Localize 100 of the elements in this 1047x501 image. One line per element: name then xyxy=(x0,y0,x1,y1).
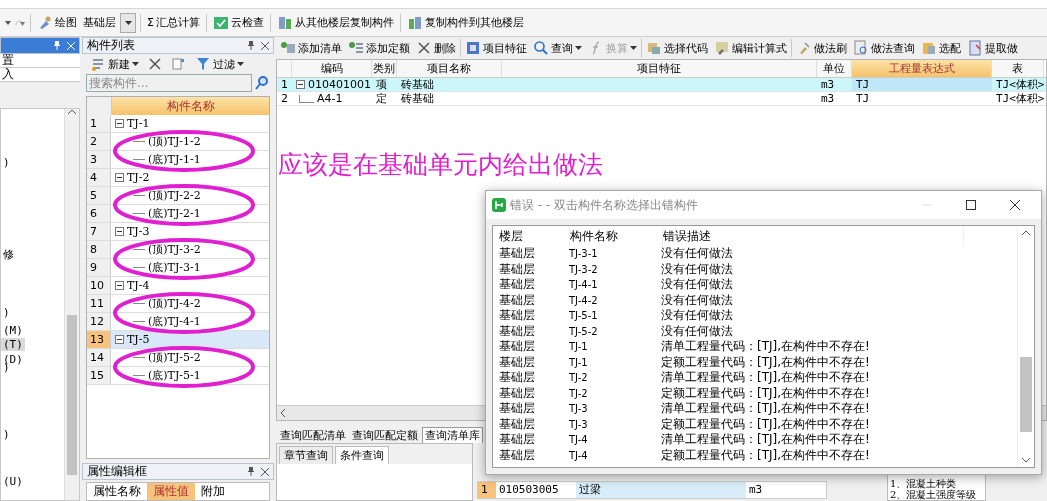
table-cell[interactable]: TJ-5-1 xyxy=(569,310,661,322)
feature-text: 2、混凝土强度等级 xyxy=(890,489,978,500)
collapse-icon[interactable] xyxy=(115,281,124,290)
floor-select[interactable]: 基础层 xyxy=(83,12,136,33)
table-cell[interactable]: TJ-1 xyxy=(569,341,661,353)
scroll-thumb[interactable] xyxy=(1020,356,1032,432)
table-cell[interactable]: TJ-3 xyxy=(569,403,661,415)
collapse-icon[interactable] xyxy=(115,227,124,236)
column-header[interactable]: 项目名称 xyxy=(397,60,502,77)
toolbar-button[interactable]: 添加清单 xyxy=(278,39,344,57)
table-cell[interactable]: TJ-3-2 xyxy=(569,263,661,275)
toolbar-button[interactable]: 做法刷 xyxy=(794,39,849,57)
tree-item[interactable]: (T) xyxy=(1,338,25,351)
column-header[interactable]: 属性值 xyxy=(147,483,195,500)
scrollbar[interactable] xyxy=(1017,226,1034,467)
collapse-icon[interactable] xyxy=(115,335,124,344)
toolbar-button[interactable]: 删除 xyxy=(414,39,458,57)
column-header[interactable]: 类别 xyxy=(372,60,397,77)
table-row[interactable]: 1 010503005 过梁 m3 xyxy=(477,481,827,499)
table-row[interactable]: 1 010401001 项 砖基础 m3 TJ TJ<体积> xyxy=(277,78,1046,92)
search-field[interactable]: 搜索构件... xyxy=(86,74,252,92)
table-cell[interactable]: TJ-3-1 xyxy=(569,248,661,260)
tree-item[interactable]: ) xyxy=(1,428,12,441)
table-cell[interactable]: TJ-2 xyxy=(569,372,661,384)
filter-button[interactable]: 过滤 xyxy=(193,55,246,73)
tree-item[interactable]: ) xyxy=(1,156,12,169)
clipboard-icon xyxy=(921,40,937,56)
table-cell[interactable]: TJ-4-2 xyxy=(569,294,661,306)
new-button[interactable]: 新建 xyxy=(88,55,141,73)
tab[interactable]: 条件查询 xyxy=(335,446,389,464)
tree-row[interactable]: 13 TJ-5 xyxy=(87,331,269,349)
column-header[interactable]: 属性名称 xyxy=(87,483,147,500)
table-cell-text: 没有任何做法 xyxy=(661,260,734,278)
panel-item[interactable]: 置 xyxy=(0,54,80,68)
column-header[interactable]: 构件名称 xyxy=(570,226,663,246)
column-header[interactable]: 构件名称 xyxy=(112,97,269,115)
pin-icon[interactable] xyxy=(247,467,255,476)
scroll-up-icon[interactable] xyxy=(1022,230,1030,236)
toolbar-button[interactable]: 查询 xyxy=(531,39,584,57)
tab[interactable]: 章节查询 xyxy=(279,446,333,464)
table-cell[interactable]: TJ-2 xyxy=(569,387,661,399)
toolbar-button[interactable]: 云检查 xyxy=(210,13,266,32)
tree-item[interactable]: (D) xyxy=(1,353,25,366)
toolbar-button[interactable]: 做法查询 xyxy=(851,39,917,57)
toolbar-button[interactable]: 复制构件到其他楼层 xyxy=(404,13,526,32)
caret-icon xyxy=(575,46,582,50)
table-cell-text: 基础层 xyxy=(499,307,536,325)
toolbar-button[interactable]: 添加定额 xyxy=(346,39,412,57)
toolbar-button[interactable]: 编辑计算式 xyxy=(712,39,789,57)
table-cell-text: 基础层 xyxy=(499,446,536,464)
collapse-icon[interactable] xyxy=(296,80,305,89)
column-header[interactable]: 附加 xyxy=(195,483,231,500)
column-header[interactable]: 表 xyxy=(992,60,1044,77)
table-cell-text: 定额工程量代码：[TJ],在构件中不存在! xyxy=(661,415,871,433)
column-header[interactable]: 项目特征 xyxy=(502,60,817,77)
toolbar-button[interactable]: 提取做 xyxy=(965,39,1020,57)
toolbar-button[interactable]: Σ 汇总计算 xyxy=(145,14,202,31)
tree-row[interactable]: 10 TJ-4 xyxy=(87,277,269,295)
table-cell[interactable]: TJ-4 xyxy=(569,434,661,446)
toolbar-button[interactable]: 绘图 xyxy=(35,13,79,32)
collapse-icon[interactable] xyxy=(115,173,124,182)
table-cell-text: 基础层 xyxy=(499,431,536,449)
table-cell[interactable]: TJ-4-1 xyxy=(569,279,661,291)
column-header[interactable]: 错误描述 xyxy=(663,226,964,246)
table-row[interactable]: 2 A4-1 定 砖基础 m3 TJ TJ<体积> xyxy=(277,92,1046,106)
tab[interactable]: 查询匹配清单 xyxy=(278,427,348,443)
tree-item[interactable]: 修 xyxy=(1,248,16,261)
close-icon[interactable] xyxy=(261,467,269,476)
pin-icon[interactable] xyxy=(247,41,255,50)
table-cell[interactable]: TJ-3 xyxy=(569,418,661,430)
tree-item[interactable]: (U) xyxy=(1,475,25,488)
column-header[interactable]: 楼层 xyxy=(499,226,570,246)
table-cell[interactable]: TJ-1 xyxy=(569,356,661,368)
tree-row[interactable]: 4 TJ-2 xyxy=(87,169,269,187)
column-header[interactable]: 单位 xyxy=(817,60,852,77)
scroll-left-icon[interactable] xyxy=(280,409,286,417)
column-header[interactable]: 编码 xyxy=(292,60,372,77)
tree-item[interactable]: ) xyxy=(1,306,12,319)
scroll-down-icon[interactable] xyxy=(1022,457,1030,463)
table-cell-text: 定额工程量代码：[TJ],在构件中不存在! xyxy=(661,384,871,402)
toolbar-button[interactable]: 从其他楼层复制构件 xyxy=(274,13,396,32)
column-header[interactable]: 工程量表达式 xyxy=(852,60,992,77)
table-cell[interactable]: TJ-4 xyxy=(569,449,661,461)
toolbar-button[interactable]: 项目特征 xyxy=(463,39,529,57)
toolbar-button[interactable]: 选配 xyxy=(919,39,963,57)
table-cell[interactable]: TJ-5-2 xyxy=(569,325,661,337)
close-icon[interactable] xyxy=(261,41,269,50)
scroll-up-icon[interactable] xyxy=(68,109,76,115)
tree-row[interactable]: 7 TJ-3 xyxy=(87,223,269,241)
tree-row[interactable]: 1 TJ-1 xyxy=(87,115,269,133)
table-cell-text: 没有任何做法 xyxy=(661,307,734,325)
tab[interactable]: 查询清单库 xyxy=(422,427,483,443)
panel-item[interactable]: 入 xyxy=(0,68,80,82)
table-cell-text: 基础层 xyxy=(499,338,536,356)
tree-item[interactable]: (M) xyxy=(1,324,25,337)
pin-icon[interactable] xyxy=(53,41,61,50)
collapse-icon[interactable] xyxy=(115,119,124,128)
scrollbar[interactable] xyxy=(64,109,79,500)
toolbar-button[interactable]: 选择代码 xyxy=(644,39,710,57)
tab[interactable]: 查询匹配定额 xyxy=(350,427,420,443)
